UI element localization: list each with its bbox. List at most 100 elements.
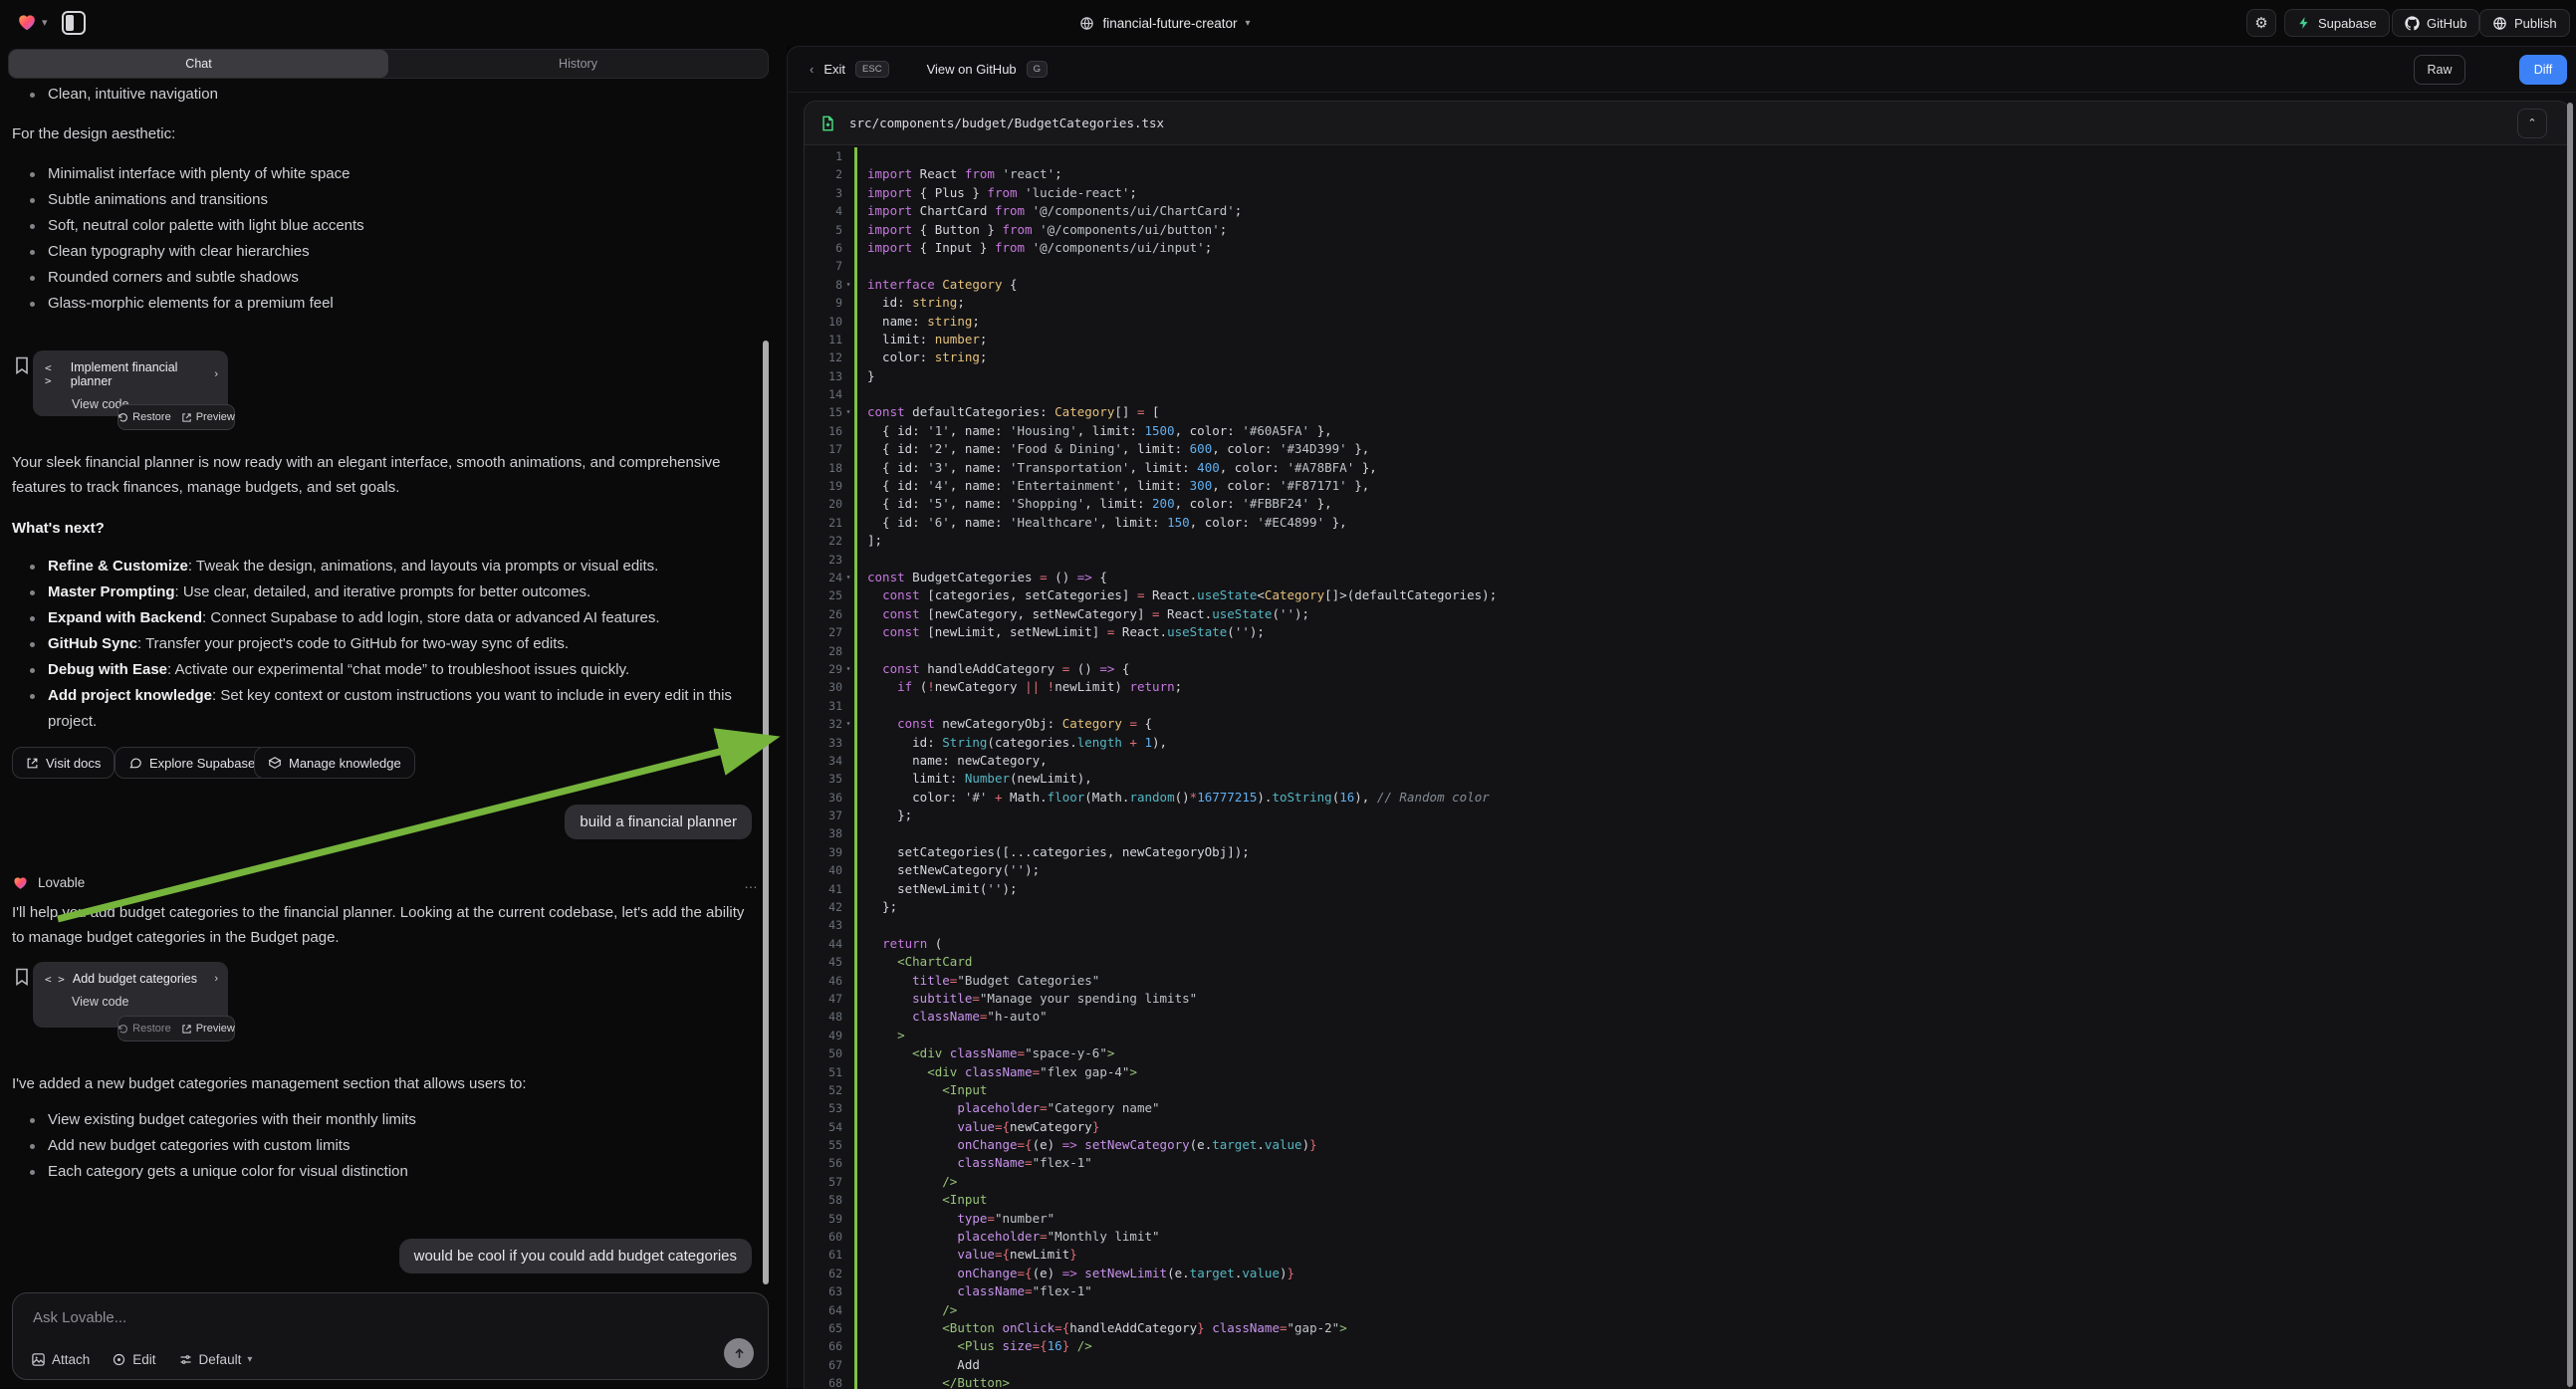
- line-number: 1: [805, 147, 842, 165]
- fold-chevron-icon: [842, 678, 854, 696]
- fold-chevron-icon: [842, 1265, 854, 1282]
- code-line: 40 setNewCategory('');: [805, 861, 2569, 879]
- file-card: src/components/budget/BudgetCategories.t…: [804, 101, 2570, 1389]
- supabase-button[interactable]: Supabase: [2284, 9, 2390, 37]
- chat-history-tabs: Chat History: [8, 49, 769, 79]
- sliders-icon: [178, 1352, 193, 1367]
- fold-chevron-icon: [842, 789, 854, 807]
- file-header[interactable]: src/components/budget/BudgetCategories.t…: [805, 102, 2569, 145]
- project-switcher[interactable]: financial-future-creator ▾: [1016, 0, 1314, 46]
- fold-chevron-icon: [842, 1008, 854, 1026]
- fold-chevron-icon: [842, 898, 854, 916]
- line-number: 36: [805, 789, 842, 807]
- code-line: 45 <ChartCard: [805, 953, 2569, 971]
- g-key-badge: G: [1027, 61, 1048, 78]
- assistant-message: I've added a new budget categories manag…: [12, 1071, 757, 1096]
- send-button[interactable]: [724, 1338, 754, 1368]
- fold-chevron-icon: [842, 1301, 854, 1319]
- bookmark-icon[interactable]: [14, 356, 30, 374]
- arrow-up-icon: [733, 1347, 746, 1360]
- fold-chevron-icon: [842, 1136, 854, 1154]
- sidebar-toggle-icon[interactable]: [62, 11, 86, 35]
- fold-chevron-icon[interactable]: ▾: [842, 569, 854, 586]
- fold-chevron-icon[interactable]: ▾: [842, 715, 854, 733]
- view-code-link[interactable]: View code: [72, 995, 218, 1009]
- restore-button[interactable]: Restore: [117, 1023, 171, 1035]
- code-line: 27 const [newLimit, setNewLimit] = React…: [805, 623, 2569, 641]
- line-number: 12: [805, 348, 842, 366]
- chevron-down-icon[interactable]: ▾: [42, 16, 48, 29]
- code-line: 7: [805, 257, 2569, 275]
- line-number: 45: [805, 953, 842, 971]
- raw-toggle-button[interactable]: Raw: [2414, 55, 2465, 85]
- code-line: 55 onChange={(e) => setNewCategory(e.tar…: [805, 1136, 2569, 1154]
- fold-chevron-icon[interactable]: ▾: [842, 276, 854, 294]
- line-number: 48: [805, 1008, 842, 1026]
- model-selector[interactable]: Default ▾: [178, 1352, 253, 1367]
- exit-button[interactable]: Exit: [823, 62, 845, 77]
- collapse-file-button[interactable]: ⌃: [2517, 109, 2547, 138]
- code-line: 37 };: [805, 807, 2569, 824]
- preview-button[interactable]: Preview: [181, 1023, 235, 1035]
- line-number: 35: [805, 770, 842, 788]
- view-on-github-button[interactable]: View on GitHub: [927, 62, 1017, 77]
- intro-bullet-list: Clean, intuitive navigation: [12, 82, 759, 108]
- code-line: 11 limit: number;: [805, 331, 2569, 348]
- fold-chevron-icon: [842, 605, 854, 623]
- line-number: 57: [805, 1173, 842, 1191]
- assistant-name: Lovable: [38, 875, 85, 890]
- line-number: 18: [805, 459, 842, 477]
- visit-docs-button[interactable]: Visit docs: [12, 747, 115, 779]
- explore-supabase-button[interactable]: Explore Supabase: [115, 747, 269, 779]
- code-line: 43: [805, 916, 2569, 934]
- file-path: src/components/budget/BudgetCategories.t…: [849, 116, 1164, 130]
- chevron-down-icon: ▾: [1246, 18, 1251, 29]
- code-panel: ‹ Exit ESC View on GitHub G Raw Diff src…: [787, 46, 2576, 1388]
- line-number: 2: [805, 165, 842, 183]
- code-line: 51 <div className="flex gap-4">: [805, 1063, 2569, 1081]
- fold-chevron-icon: [842, 1099, 854, 1117]
- fold-chevron-icon: [842, 824, 854, 842]
- code-line: 9 id: string;: [805, 294, 2569, 312]
- bookmark-icon[interactable]: [14, 968, 30, 986]
- attach-button[interactable]: Attach: [31, 1352, 90, 1367]
- ellipsis-icon[interactable]: …: [744, 875, 759, 891]
- fold-chevron-icon[interactable]: ▾: [842, 660, 854, 678]
- fold-chevron-icon: [842, 477, 854, 495]
- fold-chevron-icon: [842, 843, 854, 861]
- diff-toggle-button[interactable]: Diff: [2519, 55, 2567, 85]
- fold-chevron-icon: [842, 697, 854, 715]
- github-button[interactable]: GitHub: [2392, 9, 2479, 37]
- restore-icon: [117, 412, 128, 423]
- restore-button[interactable]: Restore: [117, 411, 171, 423]
- code-line: 61 value={newLimit}: [805, 1246, 2569, 1264]
- fold-chevron-icon[interactable]: ▾: [842, 403, 854, 421]
- edit-mode-button[interactable]: Edit: [112, 1352, 155, 1367]
- fold-chevron-icon: [842, 1282, 854, 1300]
- edit-card-title: Implement financial planner: [71, 360, 207, 388]
- code-scrollbar[interactable]: [2567, 103, 2573, 1387]
- composer-input[interactable]: Ask Lovable...: [33, 1309, 126, 1326]
- code-line: 30 if (!newCategory || !newLimit) return…: [805, 678, 2569, 696]
- code-lines: 12import React from 'react';3import { Pl…: [805, 145, 2569, 1389]
- manage-knowledge-button[interactable]: Manage knowledge: [254, 747, 415, 779]
- code-icon: < >: [45, 973, 65, 986]
- fold-chevron-icon: [842, 586, 854, 604]
- fold-chevron-icon: [842, 532, 854, 550]
- settings-button[interactable]: ⚙: [2246, 9, 2276, 37]
- line-number: 67: [805, 1356, 842, 1374]
- lovable-logo-icon[interactable]: [16, 11, 38, 33]
- list-item: Master Prompting: Use clear, detailed, a…: [12, 579, 759, 605]
- chat-scrollbar[interactable]: [763, 341, 769, 1284]
- preview-button[interactable]: Preview: [181, 411, 235, 423]
- line-number: 46: [805, 972, 842, 990]
- list-item: Add project knowledge: Set key context o…: [12, 683, 759, 735]
- tab-history[interactable]: History: [388, 50, 768, 78]
- line-number: 44: [805, 935, 842, 953]
- fold-chevron-icon: [842, 257, 854, 275]
- publish-button[interactable]: Publish: [2479, 9, 2570, 37]
- tab-chat[interactable]: Chat: [9, 50, 388, 78]
- code-line: 19 { id: '4', name: 'Entertainment', lim…: [805, 477, 2569, 495]
- composer: Ask Lovable... Attach Edit Default ▾: [12, 1292, 769, 1380]
- fold-chevron-icon: [842, 459, 854, 477]
